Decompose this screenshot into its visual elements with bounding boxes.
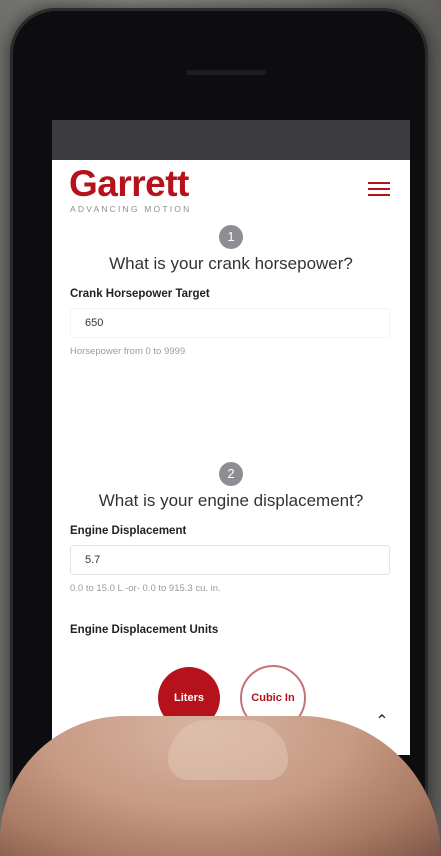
engine-displacement-hint: 0.0 to 15.0 L -or- 0.0 to 915.3 cu. in.: [70, 583, 221, 594]
phone-speaker: [186, 70, 266, 75]
garrett-logo[interactable]: Garrett: [69, 163, 189, 205]
displacement-units-label: Engine Displacement Units: [70, 624, 219, 636]
chevron-up-icon[interactable]: ⌃: [372, 712, 392, 732]
crank-horsepower-label: Crank Horsepower Target: [70, 288, 210, 300]
step-2-section: 2 What is your engine displacement? Engi…: [52, 462, 410, 636]
site-header: Garrett ADVANCING MOTION: [52, 160, 410, 215]
crank-horsepower-hint: Horsepower from 0 to 9999: [70, 346, 186, 357]
logo-tagline: ADVANCING MOTION: [70, 204, 192, 214]
crank-horsepower-input[interactable]: 650: [70, 308, 390, 338]
step-2-question: What is your engine displacement?: [98, 491, 364, 510]
step-1-section: 1 What is your crank horsepower? Crank H…: [52, 225, 410, 357]
hamburger-menu-icon[interactable]: [368, 182, 390, 196]
engine-displacement-label: Engine Displacement: [70, 525, 187, 537]
thumbnail-highlight: [168, 720, 288, 780]
status-bar: [52, 120, 410, 160]
step-1-question: What is your crank horsepower?: [109, 254, 353, 273]
engine-displacement-input[interactable]: 5.7: [70, 545, 390, 575]
step-1-badge: 1: [219, 225, 243, 249]
step-2-badge: 2: [219, 462, 243, 486]
phone-screen: Garrett ADVANCING MOTION 1 What is your …: [52, 120, 410, 755]
